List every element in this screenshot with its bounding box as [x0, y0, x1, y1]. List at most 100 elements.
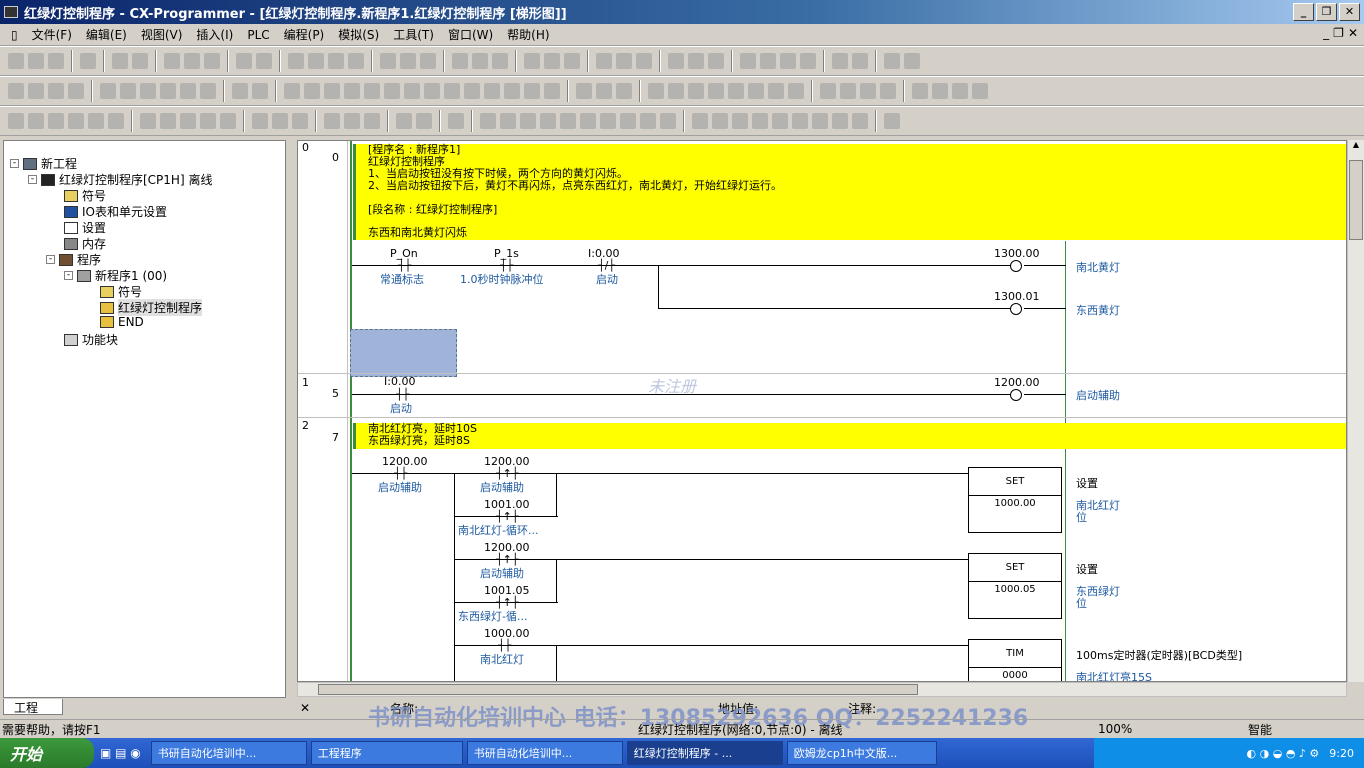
quicklaunch-icon[interactable]: ▣ ▤ ◉ [100, 746, 141, 760]
ladder-icon[interactable] [232, 83, 248, 99]
info-icon[interactable] [380, 53, 396, 69]
tree-symbols[interactable]: 符号 [64, 187, 106, 204]
brk6-icon[interactable] [792, 113, 808, 129]
tree-end[interactable]: END [100, 315, 144, 329]
close-button[interactable]: ✕ [1339, 3, 1360, 21]
tree-memory[interactable]: 内存 [64, 235, 106, 252]
mnemonic-icon[interactable] [252, 83, 268, 99]
print-icon[interactable] [112, 53, 128, 69]
tray-icons[interactable]: ◐ ◑ ◒ ◓ ♪ ⚙ [1247, 747, 1320, 760]
online-edit3-icon[interactable] [616, 83, 632, 99]
tree-icon[interactable] [200, 83, 216, 99]
mdi-close-button[interactable]: ✕ [1348, 26, 1358, 40]
brk4-icon[interactable] [752, 113, 768, 129]
scroll-up-icon[interactable]: ▲ [1348, 140, 1364, 156]
pause-icon[interactable] [564, 53, 580, 69]
watch2-icon[interactable] [160, 113, 176, 129]
menu-tools[interactable]: 工具(T) [386, 26, 441, 43]
delete-icon[interactable] [544, 83, 560, 99]
tim-instruction[interactable]: TIM 0000 [968, 639, 1062, 681]
watch4-icon[interactable] [200, 113, 216, 129]
scroll-thumb[interactable] [1349, 160, 1363, 240]
step-in-icon[interactable] [580, 113, 596, 129]
find-icon[interactable] [288, 53, 304, 69]
fb5-icon[interactable] [728, 83, 744, 99]
transfer3-icon[interactable] [364, 113, 380, 129]
collapse-icon[interactable]: - [10, 159, 19, 168]
close-pane-icon[interactable]: ✕ [300, 701, 310, 715]
new-icon[interactable] [8, 53, 24, 69]
fb8-icon[interactable] [788, 83, 804, 99]
list-icon[interactable] [140, 83, 156, 99]
selection-cursor[interactable] [350, 329, 457, 377]
fb4-icon[interactable] [708, 83, 724, 99]
context-help-icon[interactable] [420, 53, 436, 69]
window4-icon[interactable] [68, 113, 84, 129]
brk8-icon[interactable] [832, 113, 848, 129]
coil-nc-icon[interactable] [444, 83, 460, 99]
watch5-icon[interactable] [220, 113, 236, 129]
tree-root[interactable]: - 新工程 [10, 155, 77, 172]
return-icon[interactable] [884, 113, 900, 129]
window6-icon[interactable] [108, 113, 124, 129]
vline-icon[interactable] [384, 83, 400, 99]
sim-window3-icon[interactable] [448, 113, 464, 129]
stop-icon[interactable] [540, 113, 556, 129]
view-icon[interactable] [180, 83, 196, 99]
select-icon[interactable] [284, 83, 300, 99]
or-no-icon[interactable] [344, 83, 360, 99]
task-button[interactable]: 工程程序 [310, 741, 463, 765]
redo-icon[interactable] [256, 53, 272, 69]
contact-nc-icon[interactable] [324, 83, 340, 99]
play-icon[interactable] [520, 113, 536, 129]
online-edit2-icon[interactable] [596, 83, 612, 99]
output-coil[interactable] [1010, 260, 1022, 272]
step2-icon[interactable] [272, 113, 288, 129]
zoom-in-icon[interactable] [8, 83, 24, 99]
instr-icon[interactable] [464, 83, 480, 99]
force-icon[interactable] [832, 53, 848, 69]
fb7-icon[interactable] [768, 83, 784, 99]
cut-icon[interactable] [164, 53, 180, 69]
collapse-icon[interactable]: - [46, 255, 55, 264]
set-instruction[interactable]: SET 1000.00 [968, 467, 1062, 533]
transfer-icon[interactable] [524, 53, 540, 69]
menu-simulate[interactable]: 模拟(S) [331, 26, 386, 43]
replace-icon[interactable] [308, 53, 324, 69]
compare-icon[interactable] [596, 53, 612, 69]
menu-program[interactable]: 编程(P) [277, 26, 332, 43]
setup2-icon[interactable] [904, 53, 920, 69]
transfer-up-icon[interactable] [324, 113, 340, 129]
output-coil[interactable] [1010, 303, 1022, 315]
contact-address[interactable]: I:0.00 [384, 375, 415, 388]
paste-icon[interactable] [204, 53, 220, 69]
vertical-scrollbar[interactable]: ▲ [1347, 140, 1364, 682]
preview-icon[interactable] [132, 53, 148, 69]
force2-icon[interactable] [852, 53, 868, 69]
task-button[interactable]: 书研自动化培训中... [150, 741, 307, 765]
grid-icon[interactable] [100, 83, 116, 99]
collapse-icon[interactable]: - [28, 175, 37, 184]
coil-address[interactable]: 1300.01 [994, 290, 1040, 303]
mdi-minimize-button[interactable]: _ [1323, 26, 1329, 40]
comment-icon[interactable] [120, 83, 136, 99]
hline-icon[interactable] [404, 83, 420, 99]
set-instruction[interactable]: SET 1000.05 [968, 553, 1062, 619]
menu-view[interactable]: 视图(V) [134, 26, 190, 43]
maximize-button[interactable]: ❐ [1316, 3, 1337, 21]
sim2-icon[interactable] [688, 53, 704, 69]
brk2-icon[interactable] [712, 113, 728, 129]
coil-icon[interactable] [424, 83, 440, 99]
align2-icon[interactable] [880, 83, 896, 99]
brk5-icon[interactable] [772, 113, 788, 129]
instr3-icon[interactable] [504, 83, 520, 99]
warning-icon[interactable] [452, 53, 468, 69]
cross-ref-icon[interactable] [328, 53, 344, 69]
align-icon[interactable] [860, 83, 876, 99]
bookmark3-icon[interactable] [952, 83, 968, 99]
menu-plc[interactable]: PLC [240, 28, 276, 42]
start-button[interactable]: 开始 [0, 738, 94, 768]
sim-icon[interactable] [668, 53, 684, 69]
outdent-icon[interactable] [840, 83, 856, 99]
menu-help[interactable]: 帮助(H) [500, 26, 556, 43]
